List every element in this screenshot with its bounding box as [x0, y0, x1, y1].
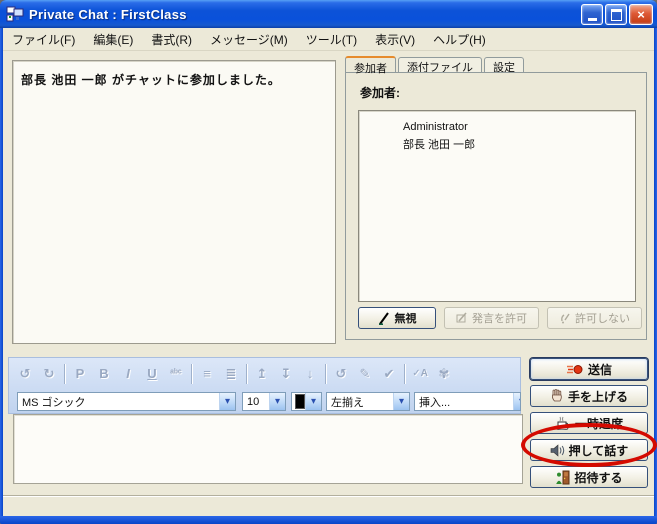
deny-speech-button[interactable]: 許可しない — [547, 307, 642, 329]
font-family-select[interactable]: MS ゴシック ▾ — [17, 392, 236, 411]
alignment-select[interactable]: 左揃え ▾ — [326, 392, 410, 411]
push-to-talk-label: 押して話す — [569, 442, 629, 459]
step-away-label: 一時退席 — [575, 415, 623, 432]
push-to-talk-button[interactable]: 押して話す — [530, 439, 648, 461]
underline-icon[interactable]: U — [140, 361, 164, 387]
send-button[interactable]: 送信 — [530, 358, 648, 380]
participant-action-buttons: 無視 発言を許可 — [358, 307, 642, 329]
format-toolbar: ↺ ↻ P B I U ᵃᵇᶜ ≡ ≣ ↥ ↧ ↓ ↺ ✎ ✔ ✓A — [8, 357, 521, 414]
transcript-message: 部長 池田 一郎 がチャットに参加しました。 — [21, 73, 281, 87]
raise-hand-button[interactable]: 手を上げる — [530, 385, 648, 407]
indent-decrease-icon[interactable]: ↥ — [250, 361, 274, 387]
minimize-icon — [588, 18, 597, 21]
allow-speech-label: 発言を許可 — [472, 310, 527, 326]
menu-tools[interactable]: ツール(T) — [297, 29, 366, 50]
invite-icon — [555, 470, 570, 485]
deny-speech-icon — [559, 312, 571, 324]
format-icon-row: ↺ ↻ P B I U ᵃᵇᶜ ≡ ≣ ↥ ↧ ↓ ↺ ✎ ✔ ✓A — [13, 361, 456, 387]
title-bar: Private Chat : FirstClass × — [0, 0, 657, 28]
abc-style-icon[interactable]: ᵃᵇᶜ — [164, 361, 188, 387]
tab-attachments[interactable]: 添付ファイル — [398, 57, 482, 73]
message-input[interactable] — [13, 414, 523, 484]
step-away-button[interactable]: 一時退席 — [530, 412, 648, 434]
toolbar-separator — [325, 364, 326, 384]
rotate-icon[interactable]: ↺ — [329, 361, 353, 387]
spellcheck-icon[interactable]: ✓A — [408, 361, 432, 387]
menu-message[interactable]: メッセージ(M) — [201, 29, 297, 50]
font-color-select[interactable]: ▾ — [291, 392, 322, 411]
direction-icon[interactable]: ↓ — [298, 361, 322, 387]
signature-icon[interactable]: ✔ — [377, 361, 401, 387]
menu-format[interactable]: 書式(R) — [142, 29, 201, 50]
chat-transcript-pane: 部長 池田 一郎 がチャットに参加しました。 — [12, 60, 336, 344]
stamp-icon[interactable]: ✾ — [432, 361, 456, 387]
bold-icon[interactable]: B — [92, 361, 116, 387]
minimize-button[interactable] — [581, 4, 603, 25]
font-size-select[interactable]: 10 ▾ — [242, 392, 286, 411]
maximize-icon — [611, 9, 622, 21]
list-item[interactable]: 部長 池田 一郎 — [359, 136, 635, 154]
toolbar-separator — [64, 364, 65, 384]
window-border-bottom — [0, 516, 657, 524]
font-family-value: MS ゴシック — [18, 394, 219, 410]
tab-settings[interactable]: 設定 — [484, 57, 524, 73]
allow-speech-icon — [456, 312, 468, 324]
format-combo-row: MS ゴシック ▾ 10 ▾ ▾ 左揃え ▾ 挿入... ▾ — [9, 392, 520, 412]
menu-file[interactable]: ファイル(F) — [3, 29, 84, 50]
font-size-value: 10 — [243, 396, 269, 408]
chevron-down-icon: ▾ — [513, 393, 521, 410]
plain-style-icon[interactable]: P — [68, 361, 92, 387]
list-style-icon[interactable]: ≡ — [195, 361, 219, 387]
list-item[interactable]: Administrator — [359, 118, 635, 136]
maximize-button[interactable] — [605, 4, 627, 25]
send-icon — [566, 363, 584, 376]
allow-speech-button[interactable]: 発言を許可 — [444, 307, 539, 329]
close-icon: × — [637, 7, 645, 22]
chevron-down-icon: ▾ — [219, 393, 235, 410]
chevron-down-icon: ▾ — [393, 393, 409, 410]
redo-icon[interactable]: ↻ — [37, 361, 61, 387]
private-chat-window: Private Chat : FirstClass × ファイル(F) 編集(E… — [0, 0, 657, 524]
undo-icon[interactable]: ↺ — [13, 361, 37, 387]
invite-label: 招待する — [574, 469, 622, 486]
insert-select[interactable]: 挿入... ▾ — [414, 392, 521, 411]
toolbar-separator — [404, 364, 405, 384]
participants-heading: 参加者: — [360, 84, 400, 101]
menu-edit[interactable]: 編集(E) — [84, 29, 142, 50]
invite-button[interactable]: 招待する — [530, 466, 648, 488]
numbered-list-icon[interactable]: ≣ — [219, 361, 243, 387]
participants-panel: 参加者: Administrator 部長 池田 一郎 無視 — [345, 72, 647, 340]
menu-help[interactable]: ヘルプ(H) — [424, 29, 495, 50]
toolbar-separator — [246, 364, 247, 384]
close-button[interactable]: × — [629, 4, 653, 25]
chat-window-icon — [6, 6, 24, 22]
italic-icon[interactable]: I — [116, 361, 140, 387]
chevron-down-icon: ▾ — [305, 393, 321, 410]
ignore-button[interactable]: 無視 — [358, 307, 436, 329]
indent-increase-icon[interactable]: ↧ — [274, 361, 298, 387]
raise-hand-label: 手を上げる — [568, 388, 628, 405]
chevron-down-icon: ▾ — [269, 393, 285, 410]
tab-participants[interactable]: 参加者 — [345, 56, 396, 72]
alignment-value: 左揃え — [327, 394, 393, 410]
window-title: Private Chat : FirstClass — [29, 7, 187, 22]
pen-icon[interactable]: ✎ — [353, 361, 377, 387]
participants-list[interactable]: Administrator 部長 池田 一郎 — [358, 110, 636, 302]
raise-hand-icon — [550, 389, 564, 403]
color-swatch — [295, 394, 305, 409]
send-label: 送信 — [588, 361, 612, 378]
push-to-talk-icon — [550, 444, 565, 457]
status-bar — [3, 496, 654, 510]
ignore-label: 無視 — [395, 310, 417, 326]
away-icon — [555, 416, 571, 430]
ignore-icon — [378, 312, 391, 325]
deny-speech-label: 許可しない — [575, 310, 630, 326]
insert-value: 挿入... — [415, 394, 520, 410]
tab-strip: 参加者 添付ファイル 設定 — [345, 57, 526, 73]
menu-view[interactable]: 表示(V) — [366, 29, 424, 50]
client-area: ファイル(F) 編集(E) 書式(R) メッセージ(M) ツール(T) 表示(V… — [3, 28, 654, 517]
toolbar-separator — [191, 364, 192, 384]
menu-bar: ファイル(F) 編集(E) 書式(R) メッセージ(M) ツール(T) 表示(V… — [3, 28, 654, 51]
